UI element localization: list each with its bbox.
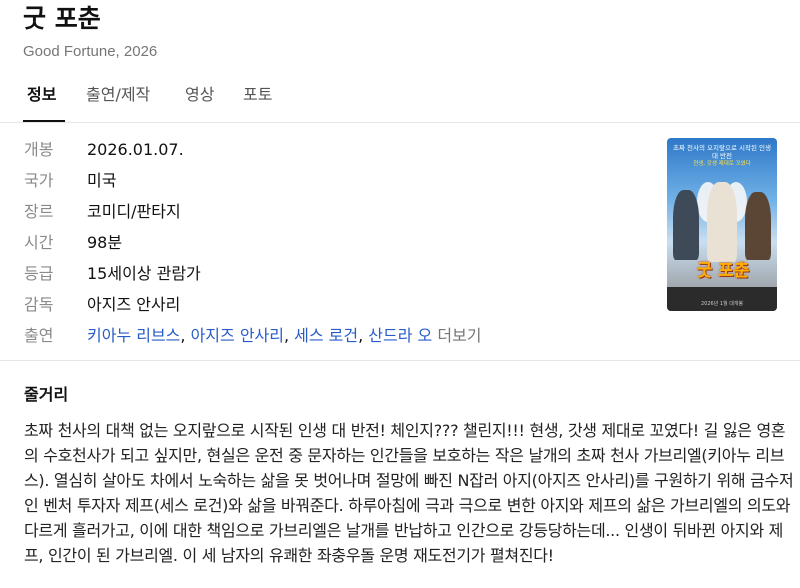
cast-link-aziz-ansari[interactable]: 아지즈 안사리 xyxy=(191,326,284,345)
director-label: 감독 xyxy=(24,295,54,314)
cast-more-link[interactable]: 더보기 xyxy=(437,326,481,345)
poster-tagline: 현생, 갓생 제대로 꼬였다 xyxy=(693,161,751,167)
cast-list: 키아누 리브스, 아지즈 안사리, 세스 로건, 산드라 오 더보기 xyxy=(87,324,482,348)
cast-link-keanu-reeves[interactable]: 키아누 리브스 xyxy=(87,326,180,345)
poster-bottom-band xyxy=(667,287,777,311)
release-value: 2026.01.07. xyxy=(87,140,184,159)
cast-separator: , xyxy=(283,326,295,345)
synopsis-heading: 줄거리 xyxy=(24,385,69,404)
movie-title: 굿 포춘 xyxy=(23,4,101,33)
section-divider xyxy=(0,360,800,361)
poster-top-text: 초짜 천사의 오지랖으로 시작된 인생 대 반전 xyxy=(673,144,771,160)
tab-cast-crew[interactable]: 출연/제작 xyxy=(86,83,150,107)
cast-separator: , xyxy=(180,326,191,345)
country-label: 국가 xyxy=(24,171,54,190)
tab-info[interactable]: 정보 xyxy=(27,83,56,107)
runtime-value: 98분 xyxy=(87,233,123,252)
tab-photo[interactable]: 포토 xyxy=(243,83,272,107)
poster-figure-center xyxy=(707,182,737,262)
poster-figure-right xyxy=(745,192,771,260)
poster-title: 굿 포춘 xyxy=(696,261,750,281)
poster-figure-left xyxy=(673,190,699,260)
country-value: 미국 xyxy=(87,171,117,190)
cast-separator: , xyxy=(358,326,369,345)
tab-bar: 정보 출연/제작 영상 포토 xyxy=(0,80,800,123)
runtime-label: 시간 xyxy=(24,233,54,252)
cast-link-seth-rogen[interactable]: 세스 로건 xyxy=(294,326,358,345)
release-label: 개봉 xyxy=(24,140,54,159)
cast-link-sandra-oh[interactable]: 산드라 오 xyxy=(368,326,432,345)
movie-subtitle: Good Fortune, 2026 xyxy=(23,43,158,60)
cast-label: 출연 xyxy=(24,326,54,345)
active-tab-indicator xyxy=(23,120,65,122)
movie-poster[interactable]: 초짜 천사의 오지랖으로 시작된 인생 대 반전 현생, 갓생 제대로 꼬였다 … xyxy=(667,138,777,311)
synopsis-text: 초짜 천사의 대책 없는 오지랖으로 시작된 인생 대 반전! 체인지??? 챌… xyxy=(24,421,794,565)
rating-value: 15세이상 관람가 xyxy=(87,264,201,283)
genre-value: 코미디/판타지 xyxy=(87,202,181,221)
poster-bottom-text: 2026년 1월 대개봉 xyxy=(700,301,744,307)
movie-header: 굿 포춘 Good Fortune, 2026 정보 출연/제작 영상 포토 xyxy=(0,0,800,123)
rating-label: 등급 xyxy=(24,264,54,283)
tab-video[interactable]: 영상 xyxy=(185,83,214,107)
director-link[interactable]: 아지즈 안사리 xyxy=(87,293,180,317)
genre-label: 장르 xyxy=(24,202,54,221)
